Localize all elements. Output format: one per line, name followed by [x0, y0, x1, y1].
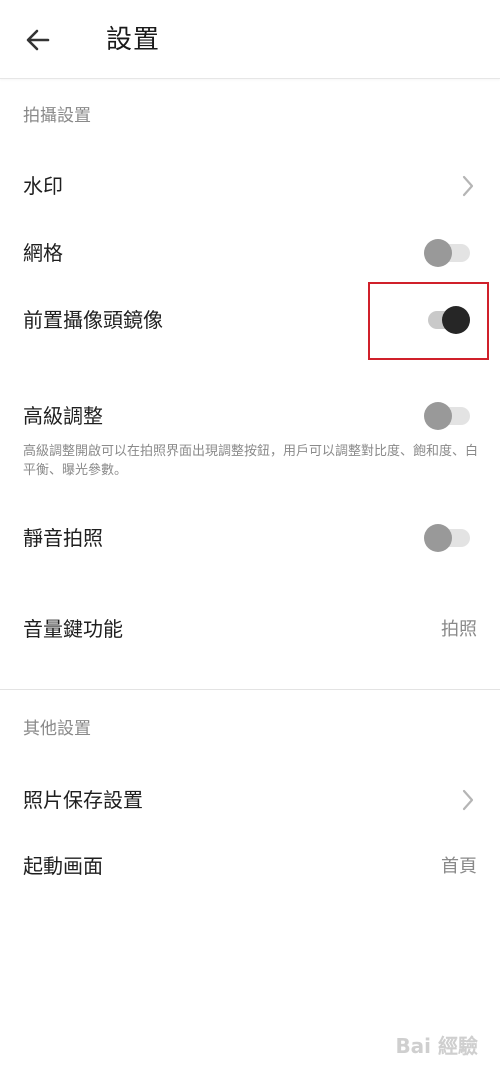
grid-label: 網格: [23, 241, 63, 265]
front-mirror-label: 前置攝像頭鏡像: [23, 308, 163, 332]
chevron-right-icon: [462, 175, 474, 197]
volume-key-value: 拍照: [441, 619, 477, 640]
toggle-knob: [424, 402, 452, 430]
advanced-toggle[interactable]: [424, 398, 472, 434]
silent-label: 靜音拍照: [23, 526, 103, 550]
toggle-knob: [424, 524, 452, 552]
page-title: 設置: [106, 25, 161, 55]
silent-toggle[interactable]: [424, 520, 472, 556]
photo-save-label: 照片保存設置: [23, 788, 143, 812]
startup-value: 首頁: [441, 856, 477, 877]
arrow-left-icon: [26, 29, 50, 51]
chevron-right-icon: [462, 789, 474, 811]
volume-key-label: 音量鍵功能: [23, 617, 123, 641]
watermark-label: 水印: [23, 174, 63, 198]
startup-label: 起動画面: [23, 854, 103, 878]
section-title-shooting: 拍攝設置: [23, 106, 91, 126]
section-title-other: 其他設置: [23, 719, 91, 739]
baidu-watermark: Bai 經驗: [395, 1034, 478, 1058]
advanced-description: 高級調整開啟可以在拍照界面出現調整按鈕，用戶可以調整對比度、飽和度、白平衡、曝光…: [23, 444, 479, 478]
advanced-label: 高級調整: [23, 404, 103, 428]
highlight-annotation-box: [368, 282, 489, 360]
grid-toggle[interactable]: [424, 235, 472, 271]
back-button[interactable]: [18, 20, 58, 60]
toggle-knob: [424, 239, 452, 267]
app-header: 設置: [0, 0, 500, 79]
section-divider: [0, 689, 500, 690]
